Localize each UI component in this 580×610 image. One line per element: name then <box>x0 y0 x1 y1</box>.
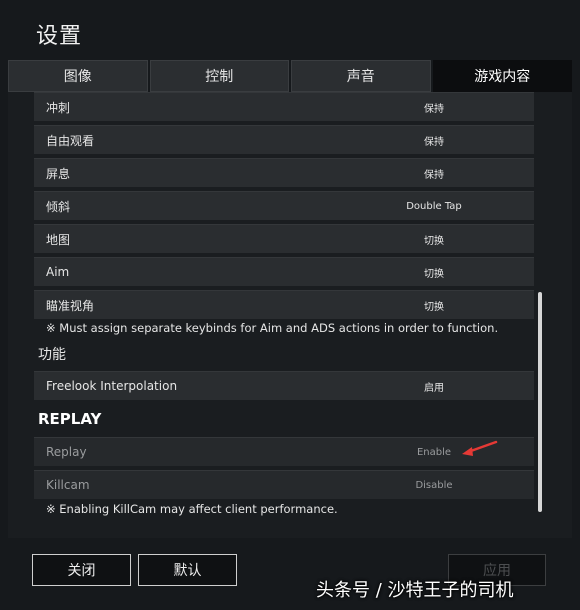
setting-row-hold-breath[interactable]: 屏息 保持 <box>34 158 534 187</box>
setting-value: 切换 <box>424 268 444 280</box>
setting-value: Disable <box>415 479 453 491</box>
setting-row-freelook[interactable]: 自由观看 保持 <box>34 125 534 154</box>
tab-sound[interactable]: 声音 <box>291 60 431 92</box>
setting-value: 启用 <box>424 382 444 394</box>
setting-row-sprint[interactable]: 冲刺 保持 <box>34 92 534 121</box>
setting-value: 切换 <box>424 235 444 247</box>
setting-label: 自由观看 <box>46 133 95 148</box>
aim-note: ※ Must assign separate keybinds for Aim … <box>46 321 499 335</box>
setting-label: Killcam <box>46 478 90 492</box>
setting-label: Freelook Interpolation <box>46 379 178 393</box>
setting-row-map[interactable]: 地图 切换 <box>34 224 534 253</box>
section-heading-functions: 功能 <box>38 347 66 363</box>
setting-value: Double Tap <box>406 200 462 212</box>
window-title: 设置 <box>36 24 83 49</box>
setting-value: 保持 <box>424 136 444 148</box>
setting-row-ads[interactable]: 瞄准视角 切换 <box>34 290 534 319</box>
setting-label: Aim <box>46 265 70 279</box>
close-button[interactable]: 关闭 <box>32 554 131 586</box>
tab-gameplay[interactable]: 游戏内容 <box>432 60 572 92</box>
setting-label: 冲刺 <box>46 100 71 115</box>
scrollbar-thumb[interactable] <box>538 292 542 512</box>
setting-value: 切换 <box>424 301 444 313</box>
setting-label: 屏息 <box>46 166 71 181</box>
setting-row-freelook-interpolation[interactable]: Freelook Interpolation 启用 <box>34 371 534 400</box>
setting-value: 保持 <box>424 169 444 181</box>
setting-label: 地图 <box>46 232 71 247</box>
settings-window: 设置 图像 控制 声音 游戏内容 冲刺 保持 自由观看 保持 屏息 保持 倾斜 … <box>0 0 580 610</box>
setting-row-replay[interactable]: Replay Enable <box>34 437 534 466</box>
default-button[interactable]: 默认 <box>138 554 237 586</box>
settings-tabs: 图像 控制 声音 游戏内容 <box>8 60 572 92</box>
setting-row-aim[interactable]: Aim 切换 <box>34 257 534 286</box>
setting-label: Replay <box>46 445 87 459</box>
setting-row-killcam[interactable]: Killcam Disable <box>34 470 534 499</box>
tab-graphics[interactable]: 图像 <box>8 60 148 92</box>
annotation-arrow-icon <box>462 440 498 456</box>
setting-value: 保持 <box>424 103 444 115</box>
killcam-note: ※ Enabling KillCam may affect client per… <box>46 502 338 516</box>
settings-panel: 冲刺 保持 自由观看 保持 屏息 保持 倾斜 Double Tap 地图 切换 … <box>8 92 572 538</box>
setting-label: 瞄准视角 <box>46 298 95 313</box>
section-heading-replay: REPLAY <box>38 410 102 428</box>
setting-label: 倾斜 <box>46 199 71 214</box>
watermark-text: 头条号 / 沙特王子的司机 <box>316 580 514 601</box>
tab-controls[interactable]: 控制 <box>149 60 289 92</box>
setting-row-lean[interactable]: 倾斜 Double Tap <box>34 191 534 220</box>
